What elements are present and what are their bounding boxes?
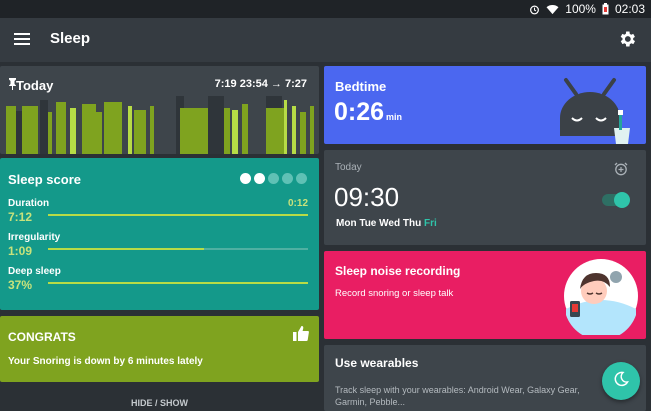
clock: 02:03 bbox=[614, 2, 645, 16]
duration-value: 7:12 bbox=[8, 210, 33, 224]
moon-icon bbox=[613, 371, 629, 392]
hypnogram-block bbox=[232, 110, 238, 154]
hypnogram-block bbox=[22, 106, 38, 154]
wearables-title: Use wearables bbox=[335, 356, 419, 370]
score-dot bbox=[268, 173, 279, 184]
day-mon: Mon bbox=[336, 218, 357, 229]
irregularity-metric: Irregularity 1:09 bbox=[8, 232, 308, 258]
irregularity-bar bbox=[48, 248, 308, 250]
noise-title: Sleep noise recording bbox=[335, 264, 461, 278]
day-tue: Tue bbox=[359, 218, 377, 229]
sleep-score-title: Sleep score bbox=[8, 172, 81, 187]
wifi-icon bbox=[546, 4, 559, 15]
day-fri: Fri bbox=[423, 218, 437, 229]
day-thu: Thu bbox=[402, 218, 422, 229]
deep-sleep-bar-fill bbox=[48, 282, 308, 284]
alarm-days: Mon Tue Wed Thu Fri bbox=[336, 218, 437, 229]
duration-extra: 0:12 bbox=[287, 198, 308, 209]
battery-percent: 100% bbox=[565, 2, 596, 16]
duration-label: Duration bbox=[8, 198, 50, 209]
bedtime-value: 0:26 bbox=[334, 98, 385, 126]
duration-bar bbox=[48, 214, 308, 216]
noise-subtitle: Record snoring or sleep talk bbox=[335, 288, 454, 299]
hypnogram-block bbox=[56, 102, 66, 154]
today-title: Today bbox=[16, 78, 54, 93]
hypnogram-block bbox=[128, 106, 132, 154]
sleeping-person-illustration bbox=[564, 259, 638, 335]
deep-sleep-bar bbox=[48, 282, 308, 284]
wearables-subtitle: Track sleep with your wearables: Android… bbox=[335, 385, 580, 407]
sleep-fab-button[interactable] bbox=[602, 362, 640, 400]
hypnogram-block bbox=[150, 106, 154, 154]
app-bar: Sleep bbox=[0, 18, 651, 62]
hide-show-link[interactable]: HIDE / SHOW bbox=[0, 398, 319, 408]
hypnogram-block bbox=[40, 100, 48, 154]
irregularity-label: Irregularity bbox=[8, 232, 61, 243]
congrats-title: CONGRATS bbox=[8, 330, 76, 344]
hypnogram-block bbox=[48, 112, 52, 154]
hypnogram-block bbox=[292, 106, 296, 154]
score-dots bbox=[240, 173, 307, 184]
score-dot bbox=[282, 173, 293, 184]
gear-icon[interactable] bbox=[617, 29, 637, 49]
hypnogram-block bbox=[70, 108, 76, 154]
deep-sleep-value: 37% bbox=[8, 278, 33, 292]
bedtime-unit: min bbox=[386, 112, 403, 122]
hypnogram-block bbox=[96, 112, 102, 154]
alarm-add-icon[interactable] bbox=[614, 162, 628, 181]
day-wed: Wed bbox=[379, 218, 401, 229]
deep-sleep-metric: Deep sleep 37% bbox=[8, 266, 308, 292]
menu-icon[interactable] bbox=[14, 33, 30, 45]
hypnogram-block bbox=[16, 111, 22, 154]
hypnogram-block bbox=[310, 106, 314, 154]
congrats-message: Your Snoring is down by 6 minutes lately bbox=[8, 356, 203, 367]
hypnogram-block bbox=[134, 110, 146, 154]
wearables-card[interactable]: Use wearables Track sleep with your wear… bbox=[324, 345, 646, 411]
hypnogram-block bbox=[284, 100, 287, 154]
alarm-time[interactable]: 09:30 bbox=[334, 182, 399, 213]
alarm-card[interactable]: Today 09:30 Mon Tue Wed Thu Fri bbox=[324, 150, 646, 245]
alarm-day-label: Today bbox=[335, 162, 362, 173]
page-title: Sleep bbox=[50, 30, 91, 47]
bedtime-title: Bedtime bbox=[335, 79, 387, 94]
hypnogram-block bbox=[104, 102, 122, 154]
sleep-score-card[interactable]: Sleep score Duration 7:12 0:12 Irregular… bbox=[0, 158, 319, 310]
hypnogram-block bbox=[266, 108, 286, 154]
congrats-card[interactable]: CONGRATS Your Snoring is down by 6 minut… bbox=[0, 316, 319, 382]
irregularity-bar-fill bbox=[48, 248, 204, 250]
score-dot bbox=[254, 173, 265, 184]
hypnogram-block bbox=[300, 112, 306, 154]
sleeping-android-illustration bbox=[560, 78, 630, 144]
bedtime-card[interactable]: Bedtime 0:26 min bbox=[324, 66, 646, 144]
status-bar: 100% 02:03 bbox=[0, 0, 651, 18]
hypnogram-block bbox=[6, 106, 16, 154]
duration-bar-fill bbox=[48, 214, 308, 216]
score-dot bbox=[240, 173, 251, 184]
duration-metric: Duration 7:12 0:12 bbox=[8, 198, 308, 224]
thumbs-up-icon[interactable] bbox=[293, 326, 309, 346]
noise-recording-card[interactable]: Sleep noise recording Record snoring or … bbox=[324, 251, 646, 339]
hypnogram-block bbox=[208, 96, 224, 154]
battery-icon bbox=[602, 3, 609, 15]
today-sleep-card[interactable]: Today 7:19 23:54 → 7:27 bbox=[0, 66, 319, 154]
deep-sleep-label: Deep sleep bbox=[8, 266, 61, 277]
hypnogram-block bbox=[242, 104, 248, 154]
sleep-time-range: 7:19 23:54 → 7:27 bbox=[214, 78, 307, 90]
hypnogram-block bbox=[82, 104, 96, 154]
alarm-toggle[interactable] bbox=[602, 192, 630, 208]
irregularity-value: 1:09 bbox=[8, 244, 33, 258]
score-dot bbox=[296, 173, 307, 184]
alarm-clock-icon bbox=[529, 4, 540, 15]
